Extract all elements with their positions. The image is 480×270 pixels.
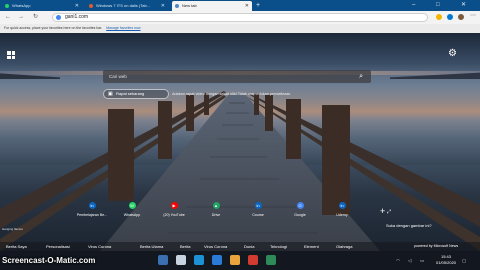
address-value[interactable]: gani1.com: [65, 14, 88, 21]
top-site-label: WhatsApp: [123, 213, 141, 217]
linkedin-icon: in: [338, 202, 346, 209]
lake-water: [0, 75, 480, 165]
screen: WhatsApp ✕ Windows 7 ITS on dalis (Tab..…: [0, 0, 480, 270]
close-icon[interactable]: ✕: [161, 1, 165, 11]
news-tab[interactable]: Element: [304, 242, 319, 251]
taskview-icon[interactable]: [158, 255, 168, 265]
tab-label: WhatsApp: [12, 3, 31, 8]
meet-now-label: Rapat sekarang: [116, 91, 145, 96]
google-drive-icon: ▲: [212, 202, 220, 209]
new-tab-page: ⚙ Cari web ⌕ ▣ Rapat sekarang Adakan rap…: [0, 33, 480, 251]
google-icon: G: [296, 202, 304, 209]
news-tab[interactable]: Virus Corona: [204, 242, 227, 251]
tab-strip: WhatsApp ✕ Windows 7 ITS on dalis (Tab..…: [0, 0, 480, 11]
forward-icon[interactable]: →: [18, 12, 24, 23]
close-window-button[interactable]: ✕: [461, 0, 466, 11]
tab-new-tab[interactable]: New tab ✕: [172, 1, 252, 11]
minimize-button[interactable]: –: [412, 0, 415, 11]
search-input[interactable]: Cari web: [109, 70, 127, 83]
network-icon[interactable]: ◠: [396, 258, 400, 264]
favorites-bar: For quick access, place your favorites h…: [0, 24, 480, 33]
store-icon[interactable]: [194, 255, 204, 265]
browser-toolbar: ← → ↻ gani1.com ⋯: [0, 11, 480, 24]
collections-icon[interactable]: [447, 14, 453, 20]
close-icon[interactable]: ✕: [75, 1, 79, 11]
recorder-watermark: Screencast-O-Matic.com: [2, 256, 96, 265]
settings-gear-icon[interactable]: ⚙: [448, 48, 457, 59]
add-site-button[interactable]: +: [380, 206, 385, 216]
close-icon[interactable]: ✕: [245, 1, 249, 11]
top-site-tile[interactable]: in Course: [242, 200, 274, 224]
expand-icon[interactable]: ⤢: [387, 209, 391, 215]
favorites-notice: For quick access, place your favorites h…: [4, 26, 103, 30]
clock[interactable]: 15:43 01/05/2020: [436, 254, 456, 266]
whatsapp-icon: [5, 4, 9, 8]
more-menu-icon[interactable]: ⋯: [470, 11, 476, 22]
linkedin-icon: in: [88, 202, 96, 209]
news-tab[interactable]: Dunia: [244, 242, 254, 251]
meet-now-button[interactable]: ▣ Rapat sekarang: [103, 89, 169, 99]
whatsapp-icon: W: [128, 202, 136, 209]
tab-windows[interactable]: Windows 7 ITS on dalis (Tab... ✕: [86, 1, 168, 11]
microsoft-logo-icon: [7, 51, 15, 59]
battery-icon[interactable]: ▭: [420, 258, 424, 264]
top-site-label: Google: [294, 213, 306, 217]
tab-label: Windows 7 ITS on dalis (Tab...: [96, 3, 151, 8]
manage-favorites-link[interactable]: Manage favorites now: [106, 26, 140, 30]
top-site-label: Drive: [211, 213, 221, 217]
top-site-tile[interactable]: ▶ (20) YouTube: [158, 200, 190, 224]
youtube-icon: ▶: [170, 202, 178, 209]
top-site-label: Udemy: [336, 213, 348, 217]
tab-whatsapp[interactable]: WhatsApp ✕: [2, 1, 82, 11]
maximize-button[interactable]: □: [436, 0, 440, 11]
refresh-icon[interactable]: ↻: [33, 12, 38, 23]
top-site-label: Pembelajaran Be...: [76, 213, 108, 217]
video-icon: ▣: [108, 91, 113, 97]
powered-by: powered by Microsoft News: [414, 244, 459, 248]
favorites-star-icon[interactable]: [436, 14, 442, 20]
news-bar: Berita Saya Personalisasi Virus Corona B…: [0, 242, 480, 251]
top-site-tile[interactable]: in Pembelajaran Be...: [76, 200, 108, 224]
search-icon[interactable]: ⌕: [359, 70, 363, 83]
top-site-tile[interactable]: W WhatsApp: [116, 200, 148, 224]
site-icon: [89, 4, 93, 8]
news-tab[interactable]: Berita Utama: [140, 242, 163, 251]
back-icon[interactable]: ←: [5, 12, 11, 23]
app-icon[interactable]: [248, 255, 258, 265]
google-icon: [56, 15, 61, 20]
new-tab-button[interactable]: +: [256, 0, 260, 11]
address-bar[interactable]: gani1.com: [52, 13, 428, 22]
folder-icon[interactable]: [230, 255, 240, 265]
like-image-link[interactable]: Suka dengan gambar ini?: [386, 223, 432, 228]
new-tab-icon: [175, 4, 179, 8]
file-explorer-icon[interactable]: [176, 255, 186, 265]
top-site-tile[interactable]: G Google: [284, 200, 316, 224]
search-box[interactable]: Cari web ⌕: [103, 70, 371, 83]
app-icon[interactable]: [266, 255, 276, 265]
top-site-label: Course: [252, 213, 264, 217]
top-site-tile[interactable]: in Udemy: [326, 200, 358, 224]
notifications-icon[interactable]: ▢: [462, 258, 466, 264]
news-tab[interactable]: Teknologi: [270, 242, 287, 251]
top-site-label: (20) YouTube: [163, 213, 185, 217]
linkedin-icon: in: [254, 202, 262, 209]
news-tab[interactable]: Virus Corona: [88, 242, 111, 251]
image-credit[interactable]: Hanging flames: [2, 227, 23, 231]
clock-date: 01/05/2020: [436, 260, 457, 265]
news-tab[interactable]: Personalisasi: [46, 242, 70, 251]
top-site-tile[interactable]: ▲ Drive: [200, 200, 232, 224]
tab-label: New tab: [182, 3, 197, 8]
top-sites: in Pembelajaran Be... W WhatsApp ▶ (20) …: [76, 200, 360, 224]
meet-now-promo: Adakan rapat video dengan sekali klik! T…: [172, 92, 292, 96]
profile-avatar[interactable]: [458, 14, 464, 20]
edge-icon[interactable]: [212, 255, 222, 265]
news-tab[interactable]: Olahraga: [336, 242, 352, 251]
news-tab[interactable]: Berita: [180, 242, 190, 251]
news-tab[interactable]: Berita Saya: [6, 242, 27, 251]
volume-icon[interactable]: ◁: [408, 258, 411, 264]
